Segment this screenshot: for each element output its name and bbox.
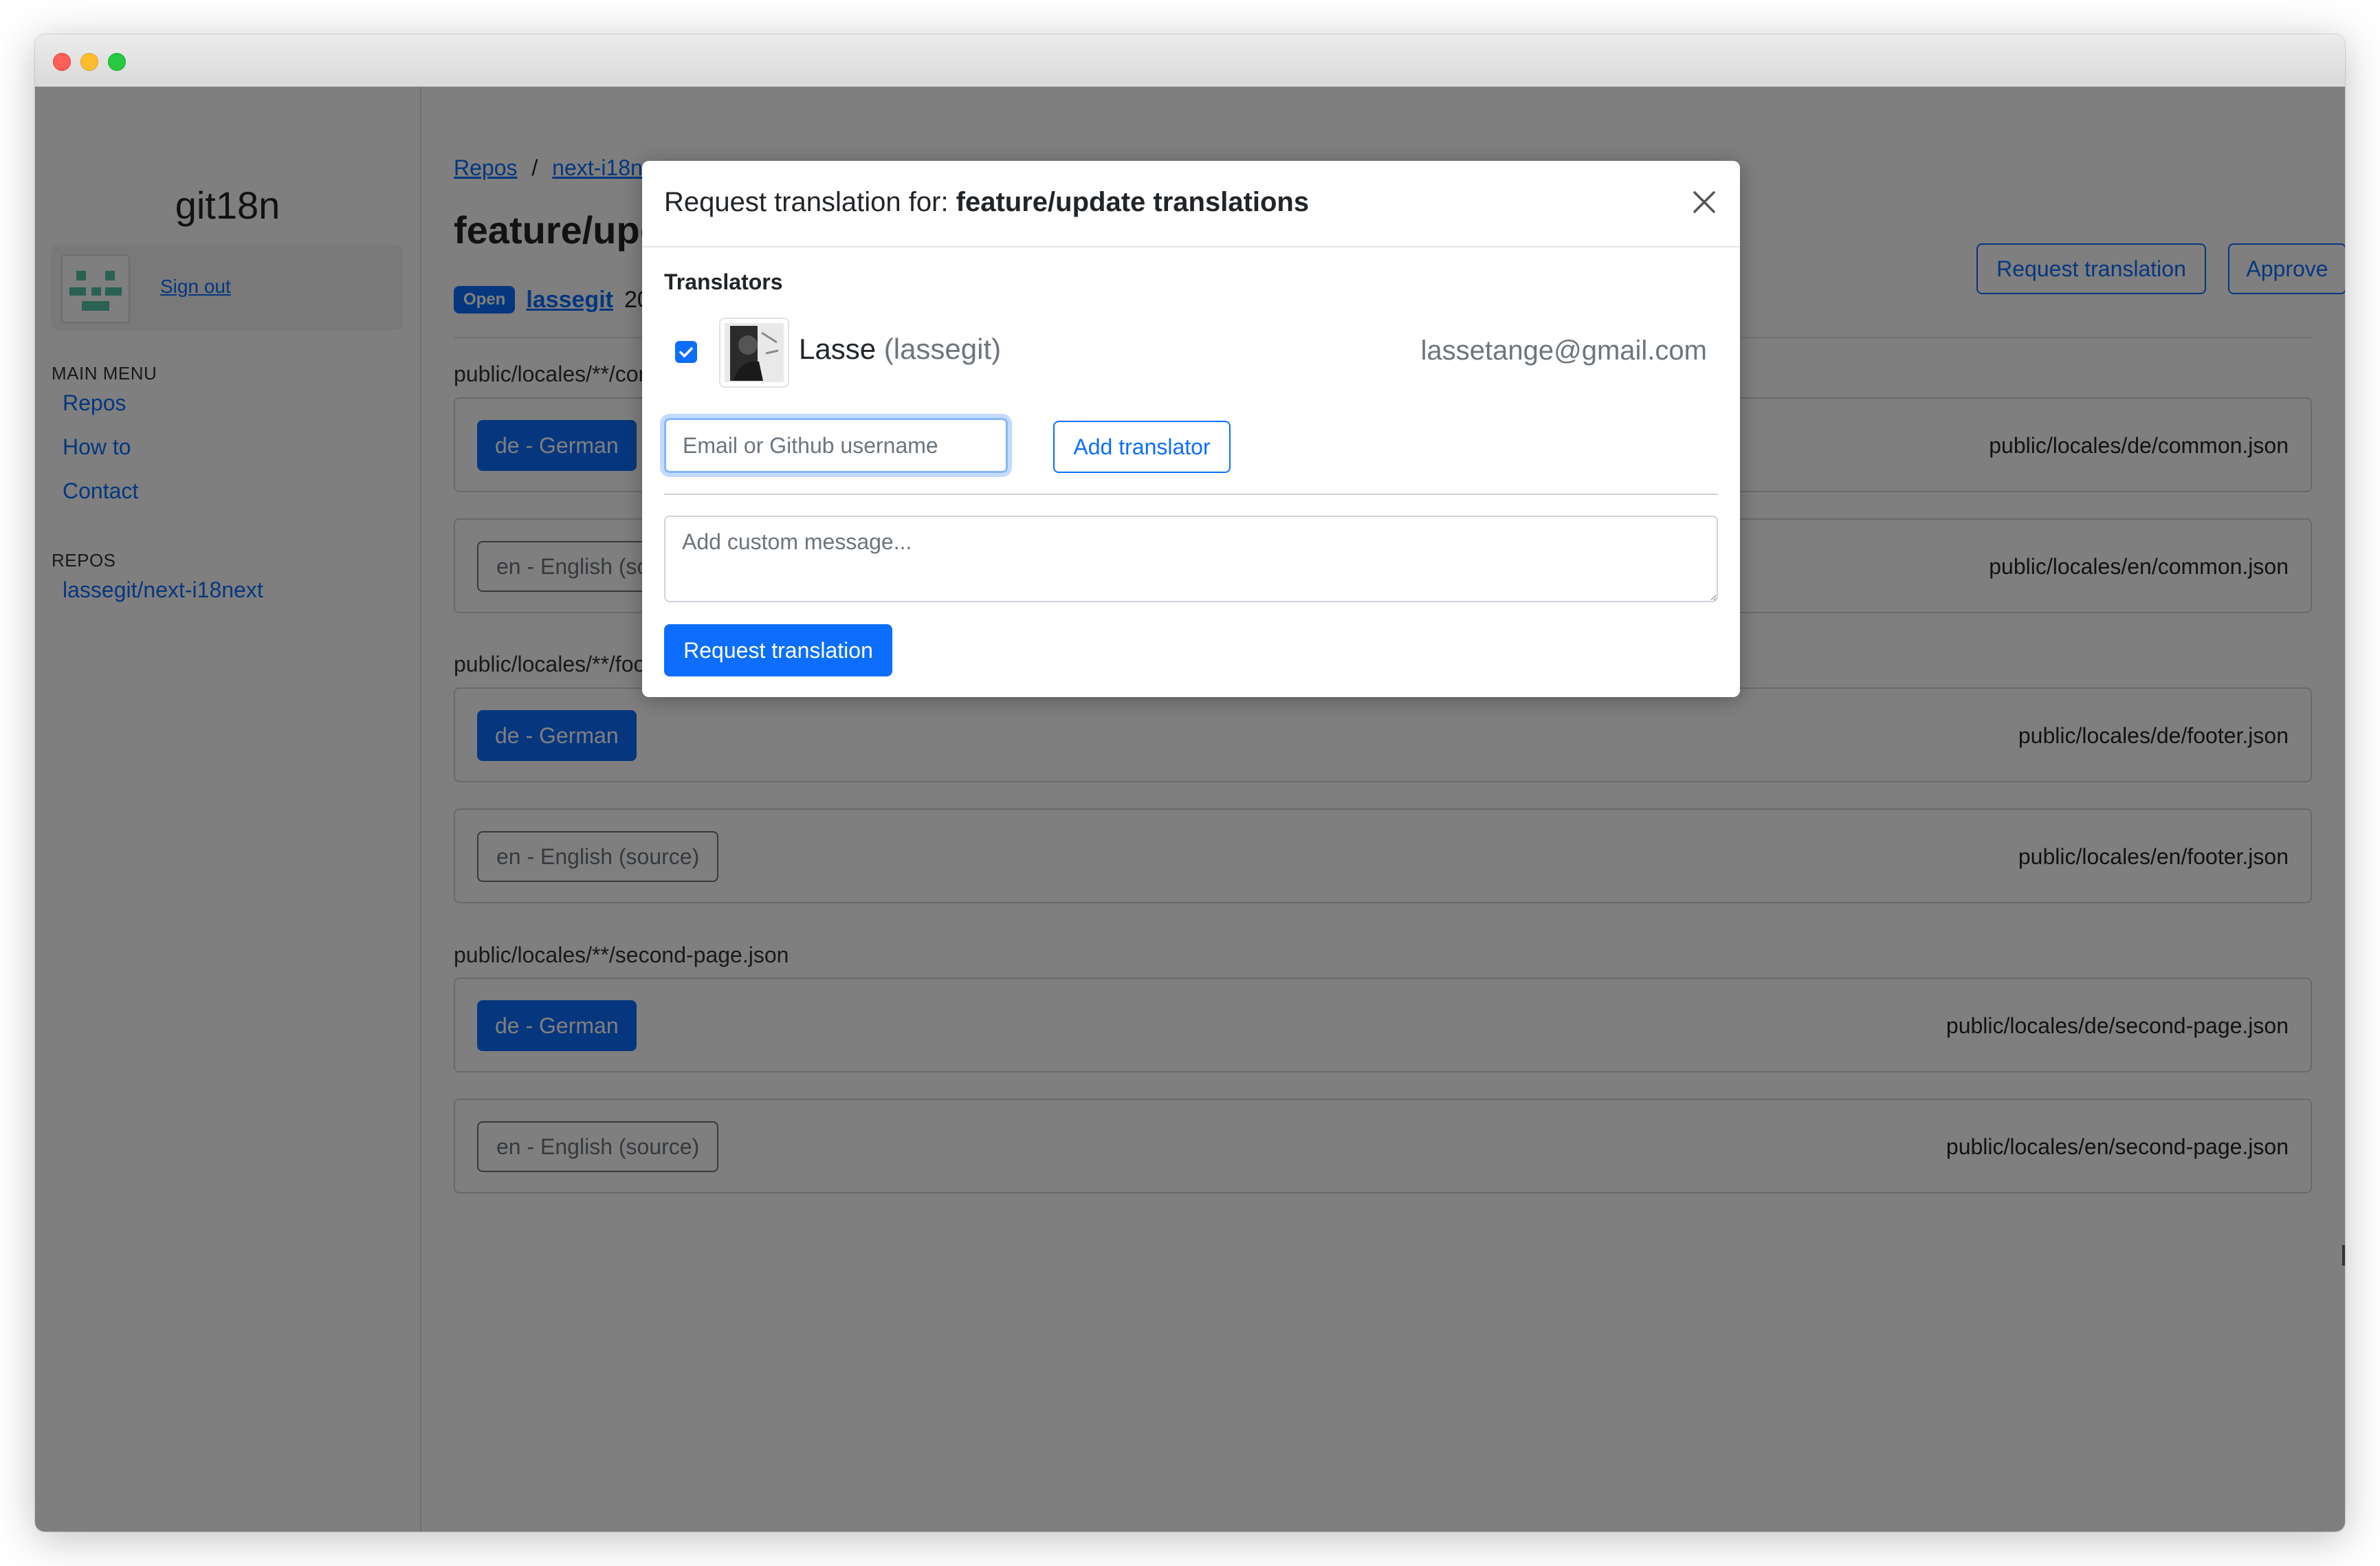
modal-title-branch: feature/update translations	[956, 187, 1310, 217]
custom-message-textarea[interactable]	[664, 516, 1718, 602]
modal-divider	[664, 494, 1718, 495]
close-window-button[interactable]	[53, 53, 71, 71]
translator-email: lassetange@gmail.com	[1420, 335, 1707, 366]
email-or-username-input[interactable]	[664, 418, 1008, 473]
request-translation-modal: Request translation for: feature/update …	[642, 161, 1740, 697]
close-icon[interactable]	[1689, 187, 1719, 217]
add-translator-button[interactable]: Add translator	[1053, 421, 1231, 473]
app: git18n Sign out MAIN MENU Repos How to C…	[35, 87, 2345, 1532]
modal-title-prefix: Request translation for:	[664, 187, 956, 217]
submit-request-translation-button[interactable]: Request translation	[664, 624, 892, 676]
translators-heading: Translators	[664, 269, 783, 294]
modal-header: Request translation for: feature/update …	[642, 161, 1740, 247]
check-icon	[679, 347, 693, 357]
translator-name: Lasse	[799, 333, 877, 365]
translator-name-line: Lasse (lassegit)	[799, 333, 1001, 366]
translator-avatar	[719, 318, 789, 388]
modal-title: Request translation for: feature/update …	[664, 187, 1309, 218]
zoom-window-button[interactable]	[108, 53, 126, 71]
window-titlebar	[35, 34, 2345, 87]
translator-checkbox[interactable]	[675, 341, 697, 363]
minimize-window-button[interactable]	[80, 53, 98, 71]
translator-handle: (lassegit)	[883, 333, 1002, 365]
browser-window: git18n Sign out MAIN MENU Repos How to C…	[35, 34, 2345, 1532]
